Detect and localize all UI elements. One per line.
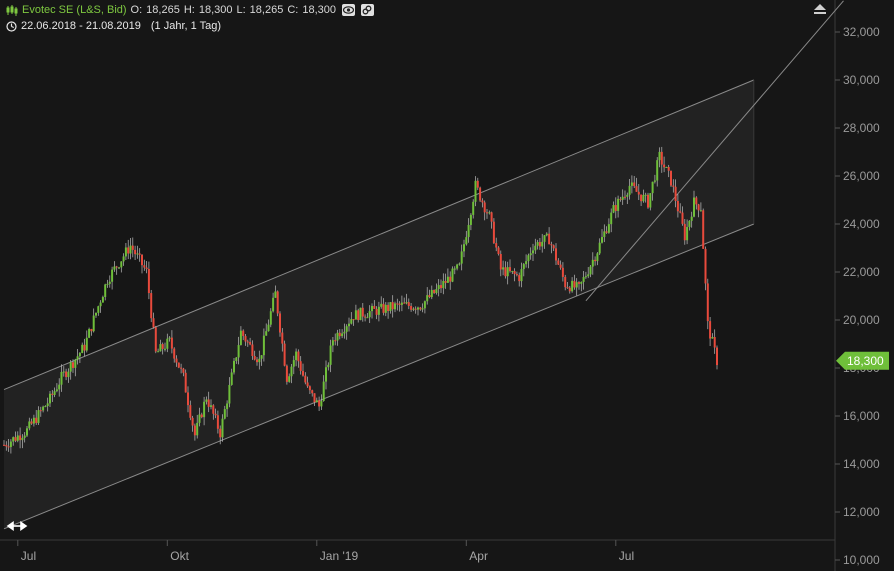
close-value: 18,300 bbox=[302, 4, 336, 16]
open-value: 18,265 bbox=[146, 4, 180, 16]
candle bbox=[451, 266, 454, 283]
high-label: H: bbox=[183, 4, 195, 16]
date-range-row: 22.06.2018 - 21.08.2019 (1 Jahr, 1 Tag) bbox=[6, 20, 221, 32]
y-tick-label: 22,000 bbox=[843, 265, 880, 279]
link-icon[interactable] bbox=[360, 4, 374, 16]
candle bbox=[154, 325, 157, 354]
last-price-badge: 18,300 bbox=[836, 351, 889, 370]
period-label: (1 Jahr, 1 Tag) bbox=[150, 20, 222, 32]
candle bbox=[285, 364, 288, 385]
x-tick-label: Okt bbox=[170, 549, 189, 563]
candle bbox=[184, 369, 187, 393]
expand-arrows-icon[interactable] bbox=[6, 518, 28, 534]
x-tick-label: Jul bbox=[21, 549, 36, 563]
candle bbox=[88, 327, 91, 339]
collapse-up-icon[interactable] bbox=[812, 2, 828, 14]
candle bbox=[283, 340, 286, 367]
y-tick-label: 14,000 bbox=[843, 457, 880, 471]
candle bbox=[479, 186, 482, 203]
y-tick-label: 24,000 bbox=[843, 217, 880, 231]
y-tick-label: 30,000 bbox=[843, 73, 880, 87]
instrument-title: Evotec SE (L&S, Bid) bbox=[22, 4, 127, 16]
open-label: O: bbox=[130, 4, 143, 16]
candle bbox=[276, 290, 279, 317]
candle bbox=[150, 289, 153, 323]
price-chart[interactable]: 32,000 30,000 28,000 26,000 24,000 22,000 20,0… bbox=[0, 0, 894, 571]
close-label: C: bbox=[287, 4, 299, 16]
y-tick-label: 16,000 bbox=[843, 409, 880, 423]
eye-icon[interactable] bbox=[341, 4, 355, 16]
candle bbox=[177, 362, 180, 369]
clock-icon[interactable] bbox=[6, 20, 17, 32]
candle bbox=[702, 208, 705, 249]
x-tick-label: Jul bbox=[619, 549, 634, 563]
date-range: 22.06.2018 - 21.08.2019 bbox=[21, 20, 141, 32]
last-price-label: 18,300 bbox=[847, 354, 884, 368]
candlestick-icon[interactable] bbox=[6, 4, 18, 16]
y-tick-label: 28,000 bbox=[843, 121, 880, 135]
y-tick-label: 10,000 bbox=[843, 553, 880, 567]
chart-header: Evotec SE (L&S, Bid) O: 18,265 H: 18,300 L… bbox=[6, 4, 374, 16]
low-label: L: bbox=[236, 4, 246, 16]
y-tick-label: 20,000 bbox=[843, 313, 880, 327]
x-tick-label: Apr bbox=[469, 549, 488, 563]
x-tick-label: Jan '19 bbox=[320, 549, 359, 563]
low-value: 18,265 bbox=[249, 4, 284, 16]
candle bbox=[647, 192, 649, 209]
y-tick-label: 12,000 bbox=[843, 505, 880, 519]
y-tick-label: 32,000 bbox=[843, 25, 880, 39]
high-value: 18,300 bbox=[198, 4, 233, 16]
y-tick-label: 26,000 bbox=[843, 169, 880, 183]
candle bbox=[492, 218, 495, 245]
candle bbox=[359, 307, 362, 321]
candle bbox=[670, 170, 672, 187]
